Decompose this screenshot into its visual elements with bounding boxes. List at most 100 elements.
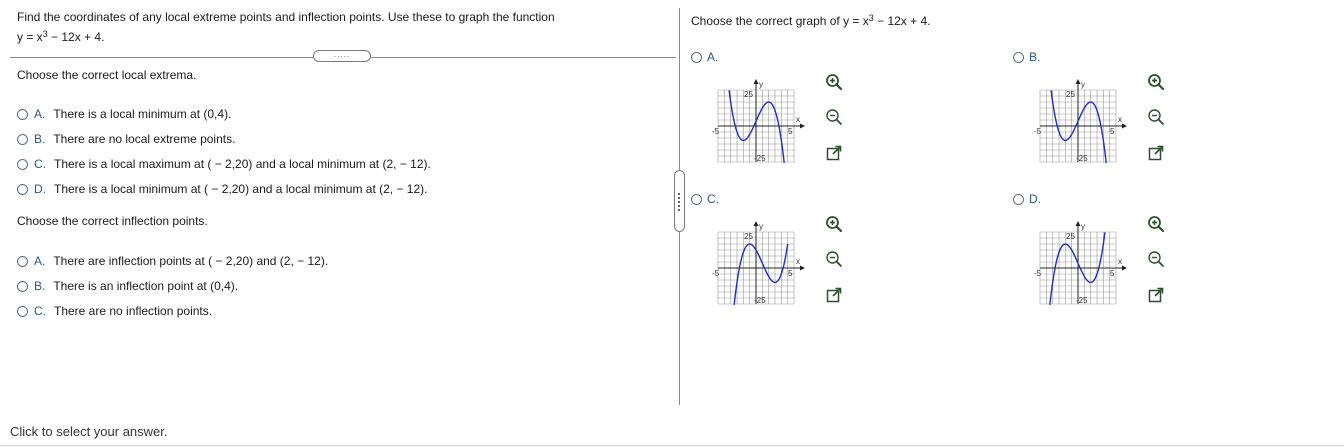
x-axis-label: x xyxy=(1118,115,1122,124)
function-curve xyxy=(1050,90,1107,163)
radio-button[interactable] xyxy=(17,306,28,317)
graph-option[interactable]: A. xyxy=(691,50,718,64)
graph-option[interactable]: D. xyxy=(1013,192,1041,206)
option-letter: C. xyxy=(34,157,46,171)
y-axis-arrow xyxy=(1075,221,1081,226)
option-letter: A. xyxy=(34,254,46,268)
answer-option[interactable]: C. There are no inflection points. xyxy=(17,304,212,318)
graph-option[interactable]: B. xyxy=(1013,50,1040,64)
x-min-tick: -5 xyxy=(1034,127,1042,136)
prompt-line-2: y = x3 − 12x + 4. xyxy=(17,29,105,44)
divider-drag-handle[interactable]: ..... xyxy=(313,50,371,62)
graph-question-heading: Choose the correct graph of y = x3 − 12x… xyxy=(691,13,931,28)
radio-button[interactable] xyxy=(1013,52,1024,63)
option-text: There is a local maximum at ( − 2,20) an… xyxy=(54,157,431,171)
zoom-out-icon[interactable] xyxy=(1147,250,1165,268)
y-axis-label: y xyxy=(1081,80,1085,89)
answer-option[interactable]: B. There are no local extreme points. xyxy=(17,132,235,146)
y-axis-label: y xyxy=(1081,222,1085,231)
zoom-in-icon[interactable] xyxy=(825,73,843,91)
x-min-tick: -5 xyxy=(1034,269,1042,278)
option-text: There is a local minimum at ( − 2,20) an… xyxy=(54,182,428,196)
option-text: There are inflection points at ( − 2,20)… xyxy=(53,254,329,268)
answer-option[interactable]: A. There are inflection points at ( − 2,2… xyxy=(17,254,328,268)
option-letter: B. xyxy=(34,279,46,293)
y-max-tick: 25 xyxy=(744,90,753,99)
x-max-tick: 5 xyxy=(1110,127,1115,136)
function-curve xyxy=(728,90,785,163)
graph-thumbnail: y x 25 -25 -5 5 xyxy=(1034,79,1127,163)
zoom-in-icon[interactable] xyxy=(825,215,843,233)
y-max-tick: 25 xyxy=(1066,232,1075,241)
option-letter: A. xyxy=(707,50,719,64)
y-min-tick: -25 xyxy=(1076,154,1088,163)
radio-button[interactable] xyxy=(17,184,28,195)
option-text: There is a local minimum at (0,4). xyxy=(53,107,232,121)
option-text: There are no local extreme points. xyxy=(53,132,236,146)
radio-button[interactable] xyxy=(17,134,28,145)
x-axis-label: x xyxy=(796,115,800,124)
radio-button[interactable] xyxy=(17,109,28,120)
graph-thumbnail: y x 25 -25 -5 5 xyxy=(712,221,805,305)
x-axis-arrow xyxy=(1122,123,1127,129)
radio-button[interactable] xyxy=(691,52,702,63)
option-letter: B. xyxy=(34,132,46,146)
zoom-out-icon[interactable] xyxy=(825,250,843,268)
answer-option[interactable]: D. There is a local minimum at ( − 2,20) … xyxy=(17,182,427,196)
open-new-window-icon[interactable] xyxy=(825,286,843,304)
bottom-border xyxy=(0,445,1344,446)
zoom-out-icon[interactable] xyxy=(825,108,843,126)
option-letter: D. xyxy=(34,182,46,196)
radio-button[interactable] xyxy=(17,159,28,170)
x-min-tick: -5 xyxy=(712,127,720,136)
graph-thumbnail: y x 25 -25 -5 5 xyxy=(1034,221,1127,305)
x-axis-arrow xyxy=(800,123,805,129)
zoom-out-icon[interactable] xyxy=(1147,108,1165,126)
answer-option[interactable]: A. There is a local minimum at (0,4). xyxy=(17,107,231,121)
y-axis-label: y xyxy=(759,80,763,89)
radio-button[interactable] xyxy=(17,281,28,292)
x-max-tick: 5 xyxy=(788,127,793,136)
option-letter: A. xyxy=(34,107,46,121)
y-min-tick: -25 xyxy=(1076,296,1088,305)
x-min-tick: -5 xyxy=(712,269,720,278)
prompt-line-1: Find the coordinates of any local extrem… xyxy=(17,10,555,24)
x-axis-label: x xyxy=(1118,257,1122,266)
y-min-tick: -25 xyxy=(754,296,766,305)
option-letter: B. xyxy=(1029,50,1041,64)
option-letter: C. xyxy=(707,192,719,206)
y-max-tick: 25 xyxy=(744,232,753,241)
question-prompt: Find the coordinates of any local extrem… xyxy=(17,9,667,46)
x-max-tick: 5 xyxy=(788,269,793,278)
function-curve xyxy=(1049,232,1106,305)
inflection-heading: Choose the correct inflection points. xyxy=(17,214,208,228)
answer-option[interactable]: C. There is a local maximum at ( − 2,20) … xyxy=(17,157,431,171)
extrema-heading: Choose the correct local extrema. xyxy=(17,68,197,82)
y-min-tick: -25 xyxy=(754,154,766,163)
option-letter: D. xyxy=(1029,192,1041,206)
y-max-tick: 25 xyxy=(1066,90,1075,99)
answer-option[interactable]: B. There is an inflection point at (0,4). xyxy=(17,279,238,293)
y-axis-arrow xyxy=(753,79,759,84)
radio-button[interactable] xyxy=(691,194,702,205)
open-new-window-icon[interactable] xyxy=(1147,144,1165,162)
open-new-window-icon[interactable] xyxy=(1147,286,1165,304)
y-axis-arrow xyxy=(1075,79,1081,84)
option-text: There are no inflection points. xyxy=(54,304,213,318)
status-footer: Click to select your answer. xyxy=(10,424,168,439)
zoom-in-icon[interactable] xyxy=(1147,215,1165,233)
pane-resize-handle[interactable] xyxy=(674,170,685,232)
radio-button[interactable] xyxy=(17,256,28,267)
x-axis-label: x xyxy=(796,257,800,266)
radio-button[interactable] xyxy=(1013,194,1024,205)
open-new-window-icon[interactable] xyxy=(825,144,843,162)
option-text: There is an inflection point at (0,4). xyxy=(53,279,239,293)
x-axis-arrow xyxy=(800,265,805,271)
x-max-tick: 5 xyxy=(1110,269,1115,278)
graph-option[interactable]: C. xyxy=(691,192,719,206)
x-axis-arrow xyxy=(1122,265,1127,271)
zoom-in-icon[interactable] xyxy=(1147,73,1165,91)
graph-thumbnail: y x 25 -25 -5 5 xyxy=(712,79,805,163)
option-letter: C. xyxy=(34,304,46,318)
y-axis-arrow xyxy=(753,221,759,226)
